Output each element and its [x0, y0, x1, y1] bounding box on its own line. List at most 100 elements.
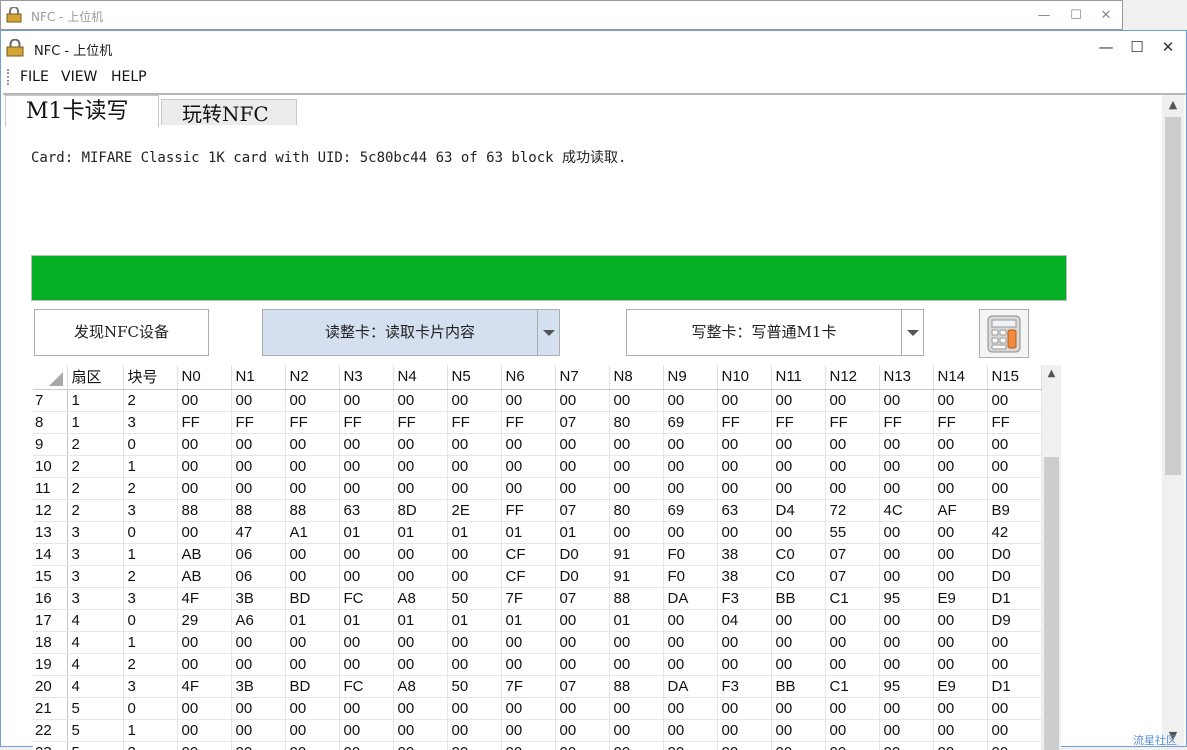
- table-cell[interactable]: 00: [501, 433, 556, 456]
- table-cell[interactable]: 2: [67, 499, 124, 522]
- table-cell[interactable]: 00: [879, 433, 934, 456]
- column-header[interactable]: N14: [933, 365, 988, 390]
- column-header[interactable]: N15: [987, 365, 1042, 390]
- table-cell[interactable]: 00: [933, 565, 988, 588]
- table-cell[interactable]: D4: [771, 499, 826, 522]
- table-cell[interactable]: BB: [771, 675, 826, 698]
- table-cell[interactable]: 5: [67, 741, 124, 750]
- table-cell[interactable]: 07: [555, 587, 610, 610]
- table-row[interactable]: 7 1 2 00 00 00 00 00 00 00 00 00 00 00 00 00 00 00 00: [33, 389, 1042, 412]
- column-header[interactable]: N10: [717, 365, 772, 390]
- table-cell[interactable]: 00: [501, 697, 556, 720]
- table-cell[interactable]: 00: [987, 719, 1042, 742]
- column-header[interactable]: N1: [231, 365, 286, 390]
- table-row[interactable]: 15 3 2 AB 06 00 00 00 00 CF D0 91 F0 38 C0 07 00 00 D0: [33, 565, 1042, 588]
- calculator-button[interactable]: [979, 309, 1029, 358]
- column-header[interactable]: N8: [609, 365, 664, 390]
- table-cell[interactable]: 00: [447, 565, 502, 588]
- table-cell[interactable]: 00: [879, 609, 934, 632]
- table-cell[interactable]: 01: [447, 609, 502, 632]
- table-cell[interactable]: 88: [609, 675, 664, 698]
- table-cell[interactable]: 00: [879, 697, 934, 720]
- table-cell[interactable]: 00: [285, 455, 340, 478]
- table-cell[interactable]: 00: [771, 477, 826, 500]
- table-cell[interactable]: FF: [339, 411, 394, 434]
- table-cell[interactable]: E9: [933, 587, 988, 610]
- table-cell[interactable]: CF: [501, 565, 556, 588]
- table-cell[interactable]: 00: [501, 477, 556, 500]
- table-cell[interactable]: 00: [825, 631, 880, 654]
- table-cell[interactable]: 00: [825, 455, 880, 478]
- find-nfc-device-button[interactable]: 发现NFC设备: [34, 309, 209, 356]
- table-cell[interactable]: 00: [987, 389, 1042, 412]
- table-cell[interactable]: AF: [933, 499, 988, 522]
- table-cell[interactable]: 55: [825, 521, 880, 544]
- data-grid[interactable]: 扇区 块号 N0 N1 N2 N3 N4 N5 N6 N7 N8 N9 N10 N11 N12 N13 N14 N…: [33, 365, 1060, 750]
- table-cell[interactable]: 01: [447, 521, 502, 544]
- table-cell[interactable]: FF: [771, 411, 826, 434]
- table-cell[interactable]: 00: [285, 741, 340, 750]
- table-cell[interactable]: FF: [717, 411, 772, 434]
- table-cell[interactable]: 00: [501, 631, 556, 654]
- column-header[interactable]: N2: [285, 365, 340, 390]
- table-row[interactable]: 20 4 3 4F 3B BD FC A8 50 7F 07 88 DA F3 BB C1 95 E9 D1: [33, 675, 1042, 698]
- table-cell[interactable]: D1: [987, 587, 1042, 610]
- table-cell[interactable]: BB: [771, 587, 826, 610]
- table-cell[interactable]: 91: [609, 543, 664, 566]
- row-header[interactable]: 17: [33, 609, 68, 632]
- table-cell[interactable]: 38: [717, 543, 772, 566]
- table-cell[interactable]: 00: [663, 455, 718, 478]
- table-row[interactable]: 10 2 1 00 00 00 00 00 00 00 00 00 00 00 00 00 00 00 00: [33, 455, 1042, 478]
- table-cell[interactable]: 00: [339, 543, 394, 566]
- column-header[interactable]: N7: [555, 365, 610, 390]
- table-cell[interactable]: 63: [339, 499, 394, 522]
- column-header[interactable]: N13: [879, 365, 934, 390]
- table-cell[interactable]: 69: [663, 411, 718, 434]
- table-cell[interactable]: FF: [501, 499, 556, 522]
- table-cell[interactable]: 4: [67, 653, 124, 676]
- table-cell[interactable]: 63: [717, 499, 772, 522]
- table-cell[interactable]: 00: [555, 653, 610, 676]
- row-header[interactable]: 13: [33, 521, 68, 544]
- table-cell[interactable]: 00: [285, 565, 340, 588]
- table-cell[interactable]: 00: [771, 389, 826, 412]
- table-cell[interactable]: 00: [447, 631, 502, 654]
- background-window[interactable]: NFC - 上位机 — ☐ ✕: [0, 0, 1123, 30]
- table-cell[interactable]: 00: [177, 521, 232, 544]
- table-cell[interactable]: FF: [447, 411, 502, 434]
- table-cell[interactable]: 00: [501, 389, 556, 412]
- column-header[interactable]: N6: [501, 365, 556, 390]
- row-header[interactable]: 12: [33, 499, 68, 522]
- table-cell[interactable]: 88: [231, 499, 286, 522]
- table-cell[interactable]: 4C: [879, 499, 934, 522]
- table-row[interactable]: 19 4 2 00 00 00 00 00 00 00 00 00 00 00 00 00 00 00 00: [33, 653, 1042, 676]
- table-cell[interactable]: 00: [663, 477, 718, 500]
- table-cell[interactable]: 00: [933, 631, 988, 654]
- scroll-up-icon[interactable]: ▲: [1042, 365, 1061, 382]
- table-cell[interactable]: 01: [393, 609, 448, 632]
- table-row[interactable]: 235200000000000000000000000000000000: [33, 741, 1042, 750]
- table-cell[interactable]: 00: [987, 433, 1042, 456]
- table-cell[interactable]: 00: [879, 389, 934, 412]
- row-header[interactable]: 8: [33, 411, 68, 434]
- table-cell[interactable]: 3: [123, 675, 178, 698]
- grid-vertical-scrollbar[interactable]: ▲: [1042, 365, 1061, 750]
- title-bar[interactable]: NFC - 上位机 — ☐ ✕: [1, 31, 1186, 63]
- table-cell[interactable]: 00: [987, 741, 1042, 750]
- table-cell[interactable]: CF: [501, 543, 556, 566]
- table-cell[interactable]: 00: [609, 455, 664, 478]
- table-cell[interactable]: 00: [393, 477, 448, 500]
- table-cell[interactable]: D0: [555, 565, 610, 588]
- table-cell[interactable]: 00: [879, 565, 934, 588]
- table-cell[interactable]: DA: [663, 675, 718, 698]
- column-header[interactable]: N0: [177, 365, 232, 390]
- table-cell[interactable]: 00: [933, 653, 988, 676]
- table-cell[interactable]: 00: [285, 543, 340, 566]
- table-cell[interactable]: 1: [67, 411, 124, 434]
- table-cell[interactable]: C1: [825, 587, 880, 610]
- table-cell[interactable]: C1: [825, 675, 880, 698]
- table-cell[interactable]: 00: [609, 521, 664, 544]
- table-cell[interactable]: 00: [285, 697, 340, 720]
- table-cell[interactable]: 06: [231, 543, 286, 566]
- table-cell[interactable]: 00: [501, 741, 556, 750]
